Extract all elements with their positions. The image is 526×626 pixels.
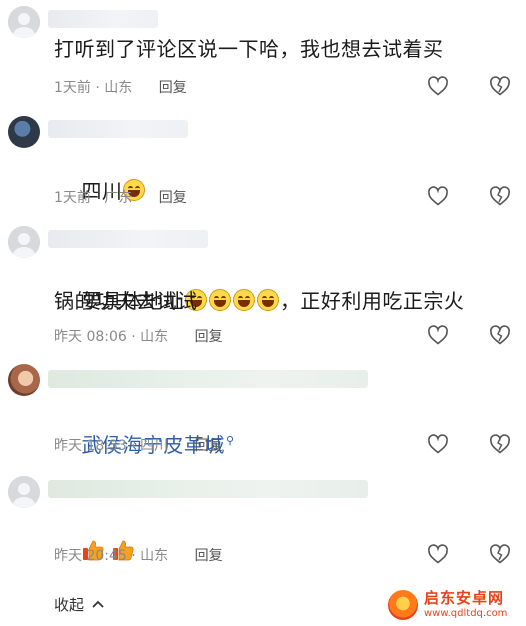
dislike-button[interactable] xyxy=(488,542,512,566)
meta-separator: · xyxy=(131,329,136,345)
default-avatar-icon xyxy=(8,476,40,508)
heart-outline-icon xyxy=(428,186,448,206)
meta-separator: · xyxy=(95,80,100,96)
grin-emoji-icon xyxy=(232,289,255,311)
dislike-button[interactable] xyxy=(488,184,512,208)
avatar[interactable] xyxy=(8,364,40,396)
reply-button[interactable]: 回复 xyxy=(195,438,223,454)
reply-button[interactable]: 回复 xyxy=(159,80,187,96)
comment-location: 广东 xyxy=(104,190,133,206)
comment-location: 山东 xyxy=(140,548,169,564)
username[interactable] xyxy=(48,480,368,498)
username[interactable] xyxy=(48,370,368,388)
broken-heart-outline-icon xyxy=(490,76,510,96)
like-button[interactable] xyxy=(426,542,450,566)
comment-text-line2: 锅的功夫去试试 xyxy=(54,289,198,313)
comment-time: 昨天 08:06 xyxy=(54,329,127,345)
watermark-logo-icon xyxy=(388,590,418,620)
broken-heart-outline-icon xyxy=(490,434,510,454)
grin-emoji-icon xyxy=(208,289,231,311)
avatar[interactable] xyxy=(8,476,40,508)
reply-button[interactable]: 回复 xyxy=(159,190,187,206)
like-button[interactable] xyxy=(426,184,450,208)
comment-time: 昨天 18:33 xyxy=(54,438,127,454)
watermark-title: 启东安卓网 xyxy=(424,589,505,607)
like-button[interactable] xyxy=(426,432,450,456)
comment-time: 1天前 xyxy=(54,190,91,206)
dislike-button[interactable] xyxy=(488,432,512,456)
avatar[interactable] xyxy=(8,6,40,38)
dislike-button[interactable] xyxy=(488,74,512,98)
comment-meta: 昨天 20:45 · 山东 回复 xyxy=(54,546,223,566)
heart-outline-icon xyxy=(428,325,448,345)
broken-heart-outline-icon xyxy=(490,186,510,206)
comment-meta: 昨天 08:06 · 山东 回复 xyxy=(54,327,223,347)
meta-separator: · xyxy=(131,438,136,454)
like-button[interactable] xyxy=(426,323,450,347)
collapse-button[interactable]: 收起 xyxy=(54,594,105,615)
watermark-url: www.qdltdq.com xyxy=(424,608,508,619)
broken-heart-outline-icon xyxy=(490,325,510,345)
default-avatar-icon xyxy=(8,6,40,38)
comment-time: 1天前 xyxy=(54,80,91,96)
collapse-label: 收起 xyxy=(54,596,85,614)
heart-outline-icon xyxy=(428,434,448,454)
comment-location: 四川 xyxy=(140,438,169,454)
chevron-up-icon xyxy=(92,600,104,608)
username[interactable] xyxy=(48,120,188,138)
avatar[interactable] xyxy=(8,116,40,148)
comment-location: 山东 xyxy=(104,80,133,96)
heart-outline-icon xyxy=(428,76,448,96)
comment-text-content: ，正好利用吃正宗火 xyxy=(279,289,465,313)
comment-location: 山东 xyxy=(140,329,169,345)
comment-text: 打听到了评论区说一下哈，我也想去试着买 xyxy=(54,37,444,61)
comment-meta: 1天前 · 山东 回复 xyxy=(54,78,187,98)
comment-meta: 1天前 · 广东 回复 xyxy=(54,188,187,208)
heart-outline-icon xyxy=(428,544,448,564)
meta-separator: · xyxy=(131,548,136,564)
watermark-text: 启东安卓网 www.qdltdq.com xyxy=(424,591,507,619)
username[interactable] xyxy=(48,10,158,28)
reply-button[interactable]: 回复 xyxy=(195,329,223,345)
broken-heart-outline-icon xyxy=(490,544,510,564)
reply-button[interactable]: 回复 xyxy=(195,548,223,564)
search-icon[interactable]: ⚲ xyxy=(226,434,235,447)
avatar[interactable] xyxy=(8,226,40,258)
meta-separator: · xyxy=(95,190,100,206)
dislike-button[interactable] xyxy=(488,323,512,347)
comment-time: 昨天 20:45 xyxy=(54,548,127,564)
watermark: 启东安卓网 www.qdltdq.com xyxy=(388,588,520,622)
grin-emoji-icon xyxy=(256,289,279,311)
default-avatar-icon xyxy=(8,226,40,258)
like-button[interactable] xyxy=(426,74,450,98)
comment-meta: 昨天 18:33 · 四川 回复 xyxy=(54,436,223,456)
username[interactable] xyxy=(48,230,208,248)
